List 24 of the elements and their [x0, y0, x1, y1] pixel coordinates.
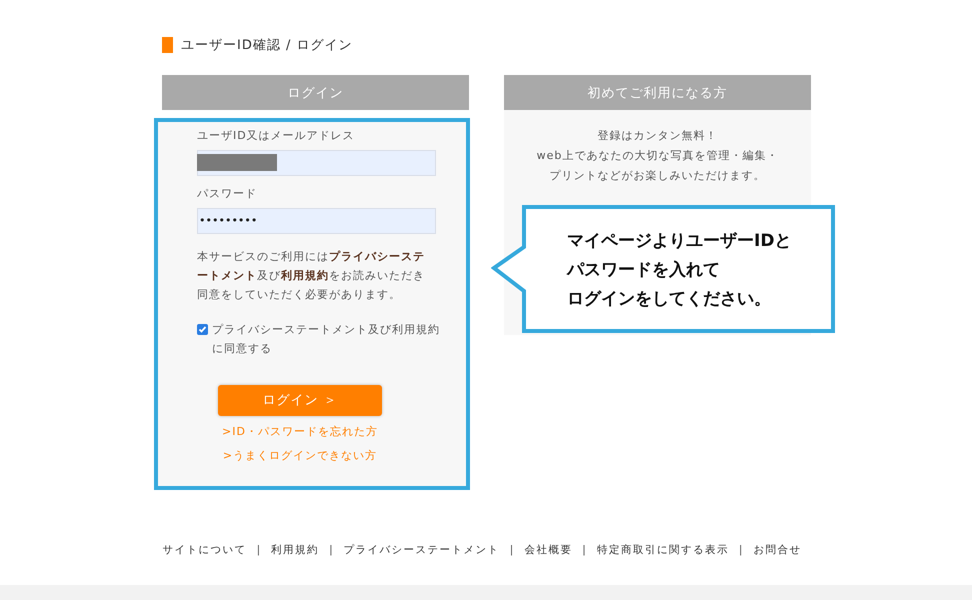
- footer-link[interactable]: 利用規約: [271, 543, 320, 557]
- footer-link[interactable]: プライバシーステートメント: [344, 543, 500, 557]
- info-text: 登録はカンタン無料！ web上であなたの大切な写真を管理・編集・ プリントなどがお楽しみいただけます。: [536, 128, 778, 184]
- separator: |: [510, 544, 514, 556]
- separator: |: [256, 544, 262, 556]
- checkbox[interactable]: [197, 324, 208, 335]
- password-field[interactable]: •••••••••: [197, 208, 436, 234]
- section-marker: [162, 37, 173, 53]
- field-label: パスワード: [197, 186, 258, 202]
- separator: |: [738, 544, 744, 556]
- field-label: ユーザID又はメールアドレス: [197, 128, 356, 144]
- footer-link[interactable]: お問合せ: [753, 543, 802, 557]
- footer-link[interactable]: 特定商取引に関する表示: [596, 543, 729, 557]
- panel-header: 初めてご利用になる方: [504, 75, 811, 110]
- footer-link[interactable]: サイトについて: [162, 543, 247, 557]
- breadcrumb-title: ユーザーID確認 / ログイン: [181, 37, 352, 54]
- input-field[interactable]: [197, 150, 436, 176]
- separator: |: [582, 544, 587, 556]
- notice-text: 本サービスのご利用にはプライバシーステートメント及び利用規約をお読みいただき同意をしていただく必要があります。: [197, 248, 426, 303]
- separator: |: [329, 544, 334, 556]
- callout-text: マイページよりユーザーIDと パスワードを入れて ログインをしてください。: [567, 230, 792, 311]
- panel-header: ログイン: [162, 75, 469, 110]
- checkbox-label: プライバシーステートメント及び利用規約に同意する: [212, 322, 441, 357]
- footer-link[interactable]: 会社概要: [524, 543, 572, 557]
